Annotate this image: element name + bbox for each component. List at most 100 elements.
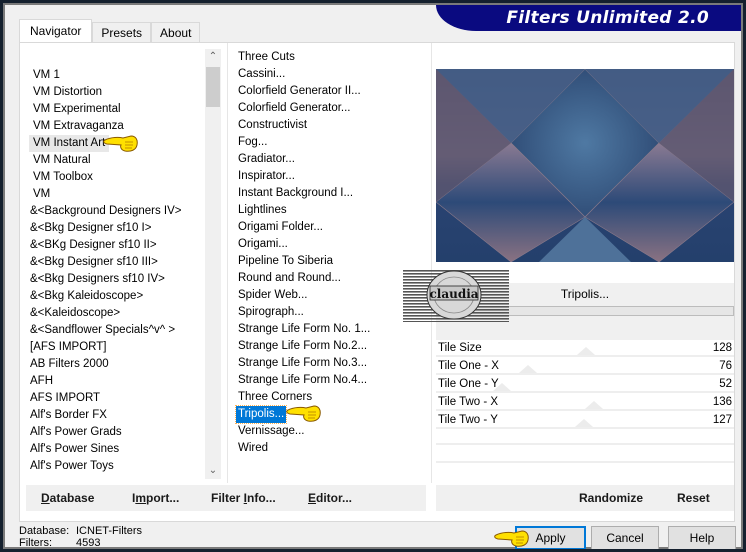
cancel-button[interactable]: Cancel: [591, 526, 659, 550]
filter-item[interactable]: Three Cuts: [236, 49, 297, 66]
filter-item[interactable]: Cassini...: [236, 66, 287, 83]
filter-item[interactable]: Strange Life Form No. 1...: [236, 321, 372, 338]
category-item[interactable]: &<Bkg Designers sf10 IV>: [26, 271, 169, 288]
parameter-label: Tile Size: [438, 342, 482, 354]
filter-item[interactable]: Lightlines: [236, 202, 289, 219]
scrollbar-thumb[interactable]: [206, 67, 220, 107]
filter-item[interactable]: Origami...: [236, 236, 290, 253]
parameter-value: 128: [712, 342, 732, 354]
category-item[interactable]: &<Sandflower Specials^v^ >: [26, 322, 179, 339]
navigator-button-bar: Database Import... Filter Info... Editor…: [26, 485, 426, 511]
filter-item[interactable]: Fog...: [236, 134, 269, 151]
button-label: ditor...: [316, 491, 353, 505]
category-item[interactable]: VM Natural: [29, 152, 95, 169]
category-item[interactable]: &<Bkg Kaleidoscope>: [26, 288, 147, 305]
parameter-slider-row[interactable]: Tile One - Y 52: [436, 376, 734, 393]
tab-about[interactable]: About: [151, 22, 201, 43]
filter-item[interactable]: Constructivist: [236, 117, 309, 134]
editor-button[interactable]: Editor...: [308, 485, 352, 511]
tab-presets[interactable]: Presets: [92, 22, 152, 43]
filter-item[interactable]: Inspirator...: [236, 168, 297, 185]
category-item[interactable]: VM Instant Art: [29, 135, 110, 152]
database-button[interactable]: Database: [41, 485, 94, 511]
filter-info-button[interactable]: Filter Info...: [211, 485, 276, 511]
filter-item[interactable]: Round and Round...: [236, 270, 343, 287]
category-item-partial[interactable]: [26, 475, 34, 479]
slider-thumb[interactable]: [585, 401, 603, 409]
accelerator: m: [135, 491, 147, 505]
category-list[interactable]: VM 1 VM Distortion VM Experimental VM Extra…: [26, 43, 211, 480]
parameter-slider-row[interactable]: Tile Two - Y 127: [436, 412, 734, 429]
preview-pattern: [436, 69, 734, 262]
parameter-slider-row[interactable]: Tile Two - X 136: [436, 394, 734, 411]
parameter-slider-row[interactable]: Tile Size 128: [436, 340, 734, 357]
category-item[interactable]: &<Bkg Designer sf10 III>: [26, 254, 162, 271]
tab-bar: Navigator Presets About: [19, 19, 201, 43]
filter-item[interactable]: Tripolis...: [234, 405, 288, 424]
preview-image: [436, 69, 734, 262]
database-label: Database:: [19, 525, 70, 537]
category-scrollbar[interactable]: ⌃ ⌄: [205, 49, 221, 479]
filter-item[interactable]: Colorfield Generator II...: [236, 83, 363, 100]
database-value: ICNET-Filters: [76, 525, 142, 537]
parameter-button-bar: Randomize Reset: [436, 485, 734, 511]
claudia-watermark-logo: claudia: [403, 269, 509, 323]
filter-item[interactable]: Wired: [236, 440, 270, 457]
chevron-down-icon[interactable]: ⌄: [205, 463, 221, 479]
filter-item[interactable]: Origami Folder...: [236, 219, 325, 236]
category-item[interactable]: VM 1: [29, 67, 64, 84]
slider-thumb[interactable]: [519, 365, 537, 373]
parameter-value: 127: [712, 414, 732, 426]
filter-item[interactable]: Strange Life Form No.3...: [236, 355, 369, 372]
category-item[interactable]: Alf's Power Sines: [26, 441, 123, 458]
category-item[interactable]: VM Distortion: [29, 84, 106, 101]
import-button[interactable]: Import...: [132, 485, 179, 511]
accelerator: E: [308, 491, 317, 505]
filters-count-label: Filters:: [19, 537, 52, 549]
filter-item[interactable]: Spider Web...: [236, 287, 309, 304]
slider-thumb[interactable]: [575, 419, 593, 427]
filter-item[interactable]: Vernissage...: [236, 423, 306, 440]
category-item[interactable]: &<Bkg Designer sf10 I>: [26, 220, 155, 237]
category-item[interactable]: Alf's Border FX: [26, 407, 111, 424]
accelerator: D: [41, 491, 50, 505]
filter-item[interactable]: Strange Life Form No.2...: [236, 338, 369, 355]
category-item[interactable]: AB Filters 2000: [26, 356, 113, 373]
category-item[interactable]: VM: [29, 186, 54, 203]
navigator-panel: VM 1 VM Distortion VM Experimental VM Extra…: [19, 42, 735, 522]
slider-thumb[interactable]: [577, 347, 595, 355]
tab-navigator[interactable]: Navigator: [19, 19, 93, 43]
pointing-hand-icon: [494, 530, 529, 547]
reset-button[interactable]: Reset: [677, 485, 710, 511]
randomize-button[interactable]: Randomize: [579, 485, 643, 511]
filter-item[interactable]: Gradiator...: [236, 151, 297, 168]
category-item[interactable]: AFH: [26, 373, 57, 390]
empty-param-row: [436, 443, 734, 445]
category-item[interactable]: [AFS IMPORT]: [26, 339, 110, 356]
category-item[interactable]: VM Experimental: [29, 101, 125, 118]
category-item[interactable]: &<BKg Designer sf10 II>: [26, 237, 161, 254]
filter-list[interactable]: Three Cuts Cassini... Colorfield Generator…: [234, 49, 426, 479]
parameter-value: 52: [719, 378, 732, 390]
filter-item[interactable]: Pipeline To Siberia: [236, 253, 335, 270]
filter-item[interactable]: Strange Life Form No.4...: [236, 372, 369, 389]
category-item[interactable]: VM Toolbox: [29, 169, 97, 186]
category-item[interactable]: Alf's Power Toys: [26, 458, 118, 475]
category-item[interactable]: Alf's Power Grads: [26, 424, 126, 441]
divider: [431, 43, 432, 483]
pointing-hand-icon: [103, 135, 138, 152]
pointing-hand-icon: [286, 405, 321, 422]
category-item[interactable]: AFS IMPORT: [26, 390, 104, 407]
filter-item[interactable]: Instant Background I...: [236, 185, 355, 202]
empty-param-row: [436, 461, 734, 463]
button-label: atabase: [49, 491, 95, 505]
filter-item[interactable]: Colorfield Generator...: [236, 100, 353, 117]
category-item[interactable]: &<Kaleidoscope>: [26, 305, 124, 322]
parameter-slider-row[interactable]: Tile One - X 76: [436, 358, 734, 375]
filter-item[interactable]: Spirograph...: [236, 304, 306, 321]
parameter-label: Tile One - X: [438, 360, 499, 372]
category-item[interactable]: &<Background Designers IV>: [26, 203, 186, 220]
chevron-up-icon[interactable]: ⌃: [205, 49, 221, 65]
help-button[interactable]: Help: [668, 526, 736, 550]
filters-unlimited-dialog: Filters Unlimited 2.0 Navigator Presets …: [3, 3, 743, 550]
